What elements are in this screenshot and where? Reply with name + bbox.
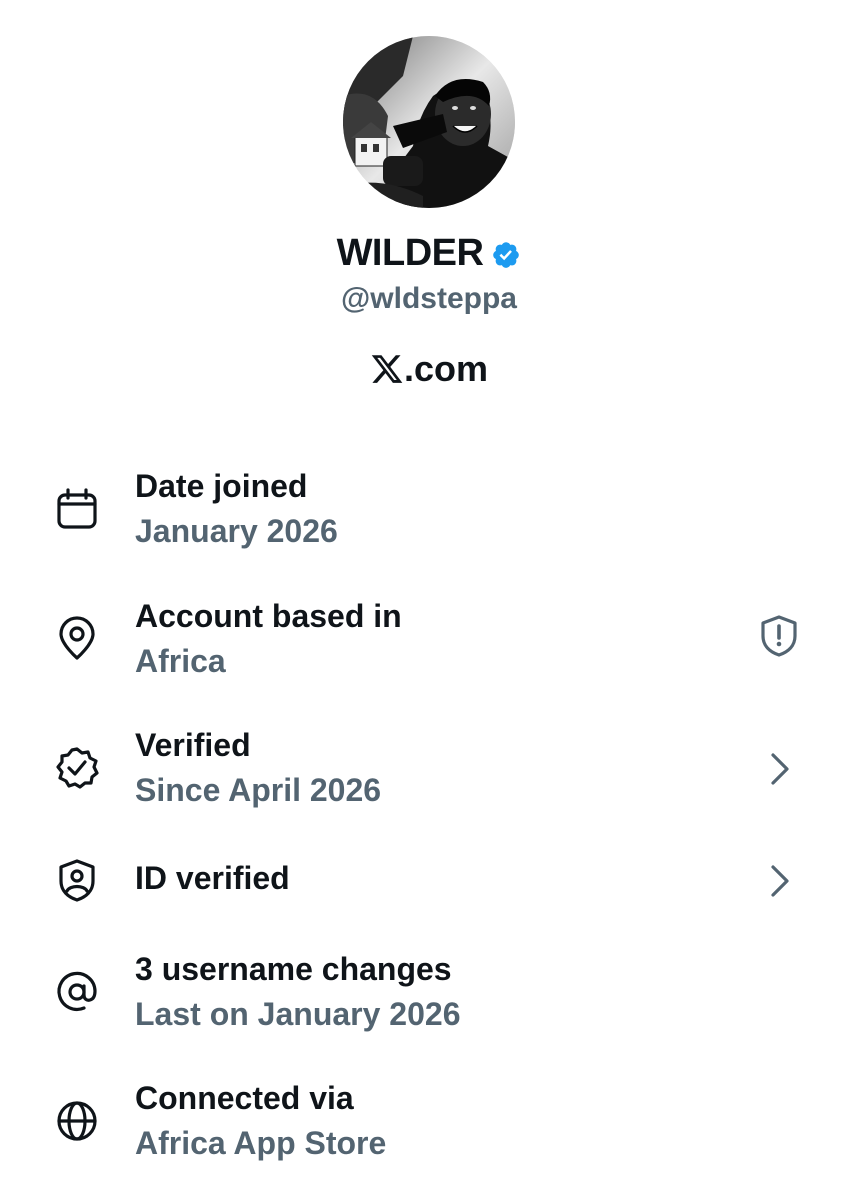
website-text: .com <box>403 348 489 389</box>
row-title: Connected via <box>135 1080 354 1116</box>
row-subtitle: Africa <box>135 643 226 679</box>
name-row: WILDER <box>0 232 858 275</box>
row-date-joined: Date joined January 2026 <box>0 462 858 562</box>
row-connected-via: Connected via Africa App Store <box>0 1074 858 1174</box>
row-subtitle: Since April 2026 <box>135 772 382 808</box>
row-title: 3 username changes <box>135 951 452 987</box>
globe-icon <box>57 1101 97 1141</box>
location-pin-icon <box>59 616 95 660</box>
verified-badge-outline-icon <box>56 747 99 789</box>
avatar-photo <box>343 36 515 208</box>
x-logo-icon <box>371 355 403 383</box>
row-username-changes: 3 username changes Last on January 2026 <box>0 945 858 1045</box>
row-verified[interactable]: Verified Since April 2026 <box>0 721 858 821</box>
row-subtitle: January 2026 <box>135 513 338 549</box>
handle: @wldsteppa <box>341 282 517 315</box>
id-shield-icon <box>59 859 95 902</box>
row-id-verified[interactable]: ID verified <box>0 855 858 915</box>
avatar[interactable] <box>343 36 515 208</box>
row-account-based-in: Account based in Africa <box>0 592 858 692</box>
chevron-right-icon[interactable] <box>755 745 803 793</box>
row-title: Account based in <box>135 598 402 634</box>
row-title: Verified <box>135 727 251 763</box>
row-title: ID verified <box>135 860 290 896</box>
shield-alert-icon[interactable] <box>755 612 803 660</box>
row-subtitle: Last on January 2026 <box>135 996 461 1032</box>
row-title: Date joined <box>135 468 308 504</box>
calendar-icon <box>57 488 97 529</box>
verified-badge-icon[interactable] <box>491 240 521 270</box>
row-subtitle: Africa App Store <box>135 1125 387 1161</box>
website-link[interactable]: .com <box>0 348 858 390</box>
at-sign-icon <box>57 971 97 1012</box>
display-name: WILDER <box>336 232 484 274</box>
chevron-right-icon[interactable] <box>755 857 803 905</box>
